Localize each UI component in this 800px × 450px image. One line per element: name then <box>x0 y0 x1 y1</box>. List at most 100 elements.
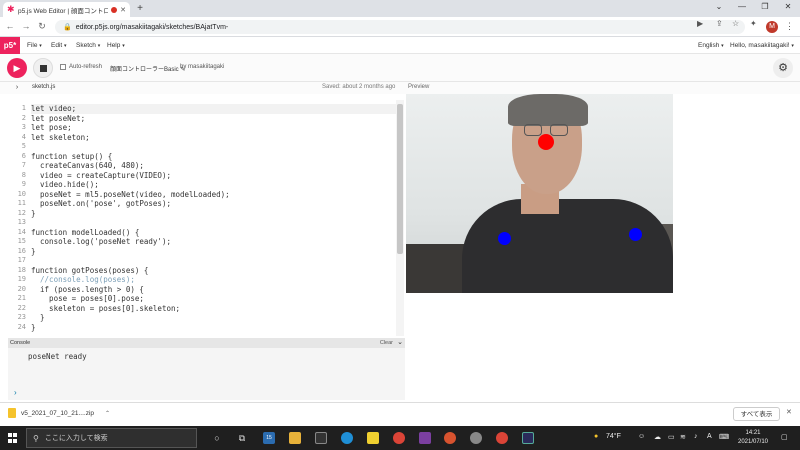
webcam-person-torso <box>462 199 673 293</box>
reload-icon[interactable]: ↻ <box>36 21 48 32</box>
volume-icon[interactable]: ♪ <box>694 433 698 440</box>
people-icon[interactable]: ☺ <box>638 433 645 440</box>
console-clear-button[interactable]: Clear <box>380 340 393 346</box>
forward-icon[interactable]: → <box>20 21 32 31</box>
file-explorer-icon[interactable] <box>289 432 301 444</box>
camera-icon[interactable]: ▶ <box>697 19 703 28</box>
menu-sketch[interactable]: Sketch ▾ <box>76 42 100 49</box>
cloud-icon[interactable]: ☁ <box>654 433 661 441</box>
code-editor[interactable]: 1 2 3 4 5 6 7 8 9 10 11 12 13 14 15 16 1… <box>8 100 405 336</box>
ime-indicator[interactable]: A <box>707 433 712 440</box>
new-tab-button[interactable]: + <box>134 3 146 15</box>
play-button[interactable]: ▶ <box>7 58 27 78</box>
chrome-app-icon[interactable] <box>393 432 405 444</box>
show-all-button[interactable]: すべて表示 <box>733 407 780 421</box>
close-tab-icon[interactable]: ✕ <box>120 6 126 14</box>
line-number: 12 <box>17 208 26 217</box>
auto-refresh-toggle[interactable]: Auto-refresh <box>60 64 102 70</box>
webcam-glasses-right <box>550 124 568 136</box>
auto-refresh-checkbox[interactable] <box>60 64 66 70</box>
lock-icon: 🔒 <box>63 24 72 31</box>
sketch-author[interactable]: by masakiitagaki <box>180 64 224 70</box>
console-output: poseNet ready <box>8 348 405 386</box>
back-icon[interactable]: ← <box>4 21 16 31</box>
sticky-notes-icon[interactable] <box>367 432 379 444</box>
code-lines[interactable]: let video; let poseNet; let pose; let sk… <box>31 104 396 332</box>
nose-keypoint <box>538 134 554 150</box>
code-line: poseNet = ml5.poseNet(video, modelLoaded… <box>31 189 230 199</box>
code-line: function gotPoses(poses) { <box>31 265 149 275</box>
chrome-active-icon[interactable] <box>496 432 508 444</box>
minimize-icon[interactable]: — <box>735 2 749 11</box>
download-item[interactable]: v5_2021_07_10_21....zip ⌃ <box>8 408 110 418</box>
line-number: 18 <box>17 265 26 274</box>
line-number: 4 <box>21 132 26 141</box>
code-line: let poseNet; <box>31 113 86 123</box>
weather-icon[interactable]: ● <box>594 433 598 440</box>
recording-icon <box>111 6 118 13</box>
console-message: poseNet ready <box>28 352 87 361</box>
console-label: Console <box>10 340 31 346</box>
code-line: video.hide(); <box>31 180 99 189</box>
keyboard-icon[interactable]: ⌨ <box>719 433 729 441</box>
extensions-icon[interactable]: ✦ <box>750 19 757 28</box>
browser-tab[interactable]: ✱ p5.js Web Editor | 顔面コントロ ✕ <box>3 2 130 17</box>
tab-title: p5.js Web Editor | 顔面コントロ <box>18 7 109 15</box>
app-icon-gray[interactable] <box>470 432 482 444</box>
preview-label: Preview <box>408 84 430 90</box>
onenote-icon[interactable] <box>419 432 431 444</box>
bookmark-star-icon[interactable]: ☆ <box>732 19 739 28</box>
window-close-icon[interactable]: ✕ <box>781 2 795 11</box>
line-gutter: 1 2 3 4 5 6 7 8 9 10 11 12 13 14 15 16 1… <box>8 104 28 332</box>
close-download-bar-icon[interactable]: ✕ <box>786 408 792 416</box>
console-input[interactable]: › <box>8 386 405 400</box>
code-line: let skeleton; <box>31 132 90 142</box>
taskbar-search[interactable]: ⚲ ここに入力して検索 <box>26 428 197 448</box>
monitor-app-icon[interactable] <box>522 432 534 444</box>
saved-status: Saved: about 2 months ago <box>322 84 396 90</box>
task-view-icon[interactable]: ⧉ <box>236 432 248 444</box>
tab-search-icon[interactable]: ⌄ <box>712 2 726 11</box>
menu-file[interactable]: File ▾ <box>27 42 42 49</box>
share-icon[interactable]: ⇪ <box>716 19 723 28</box>
console-prompt-icon: › <box>14 388 17 397</box>
scrollbar-thumb[interactable] <box>397 104 403 254</box>
line-number: 9 <box>21 180 26 188</box>
profile-avatar[interactable]: M <box>766 21 778 33</box>
edge-browser-icon[interactable] <box>341 432 353 444</box>
app-icon-orange[interactable] <box>444 432 456 444</box>
sidebar-expand-icon[interactable]: › <box>10 83 24 93</box>
restore-icon[interactable]: ❐ <box>758 2 772 11</box>
menu-edit[interactable]: Edit ▾ <box>51 42 67 49</box>
p5-favicon-icon: ✱ <box>7 4 15 14</box>
settings-gear-icon[interactable]: ⚙ <box>773 58 793 78</box>
right-shoulder-keypoint <box>498 232 511 245</box>
editor-subheader: › sketch.js Saved: about 2 months ago Pr… <box>0 82 800 94</box>
line-number: 2 <box>21 113 26 122</box>
weather-temp[interactable]: 74°F <box>606 433 621 440</box>
address-bar[interactable]: 🔒 editor.p5js.org/masakiitagaki/sketches… <box>55 20 745 34</box>
auto-refresh-label: Auto-refresh <box>69 64 103 70</box>
webcam-person-hair <box>508 94 588 126</box>
user-menu[interactable]: Hello, masakiitagaki! ▾ <box>730 42 794 49</box>
stop-button[interactable] <box>33 58 53 78</box>
windows-start-icon[interactable] <box>8 433 18 443</box>
wifi-icon[interactable]: ≋ <box>680 433 686 441</box>
network-icon[interactable]: ▭ <box>668 433 675 441</box>
cortana-icon[interactable]: ○ <box>211 432 223 444</box>
terminal-app-icon[interactable] <box>315 432 327 444</box>
menu-help[interactable]: Help ▾ <box>107 42 125 49</box>
line-number: 11 <box>17 199 26 207</box>
calendar-app-icon[interactable]: 15 <box>263 432 275 444</box>
browser-menu-icon[interactable]: ⋮ <box>785 21 794 32</box>
chevron-up-icon[interactable]: ⌃ <box>105 410 110 417</box>
language-menu[interactable]: English ▾ <box>698 42 724 49</box>
console-collapse-icon[interactable]: ⌄ <box>397 338 403 346</box>
p5-logo[interactable]: p5* <box>0 37 20 54</box>
sketch-preview-canvas[interactable] <box>406 94 673 293</box>
code-line: skeleton = poses[0].skeleton; <box>31 303 181 313</box>
taskbar-clock[interactable]: 14:21 2021/07/10 <box>733 429 773 447</box>
notification-icon[interactable]: ▢ <box>781 433 788 441</box>
sketch-name[interactable]: 顔面コントローラーBasic ✎ <box>110 64 185 73</box>
editor-scrollbar[interactable] <box>396 100 404 336</box>
